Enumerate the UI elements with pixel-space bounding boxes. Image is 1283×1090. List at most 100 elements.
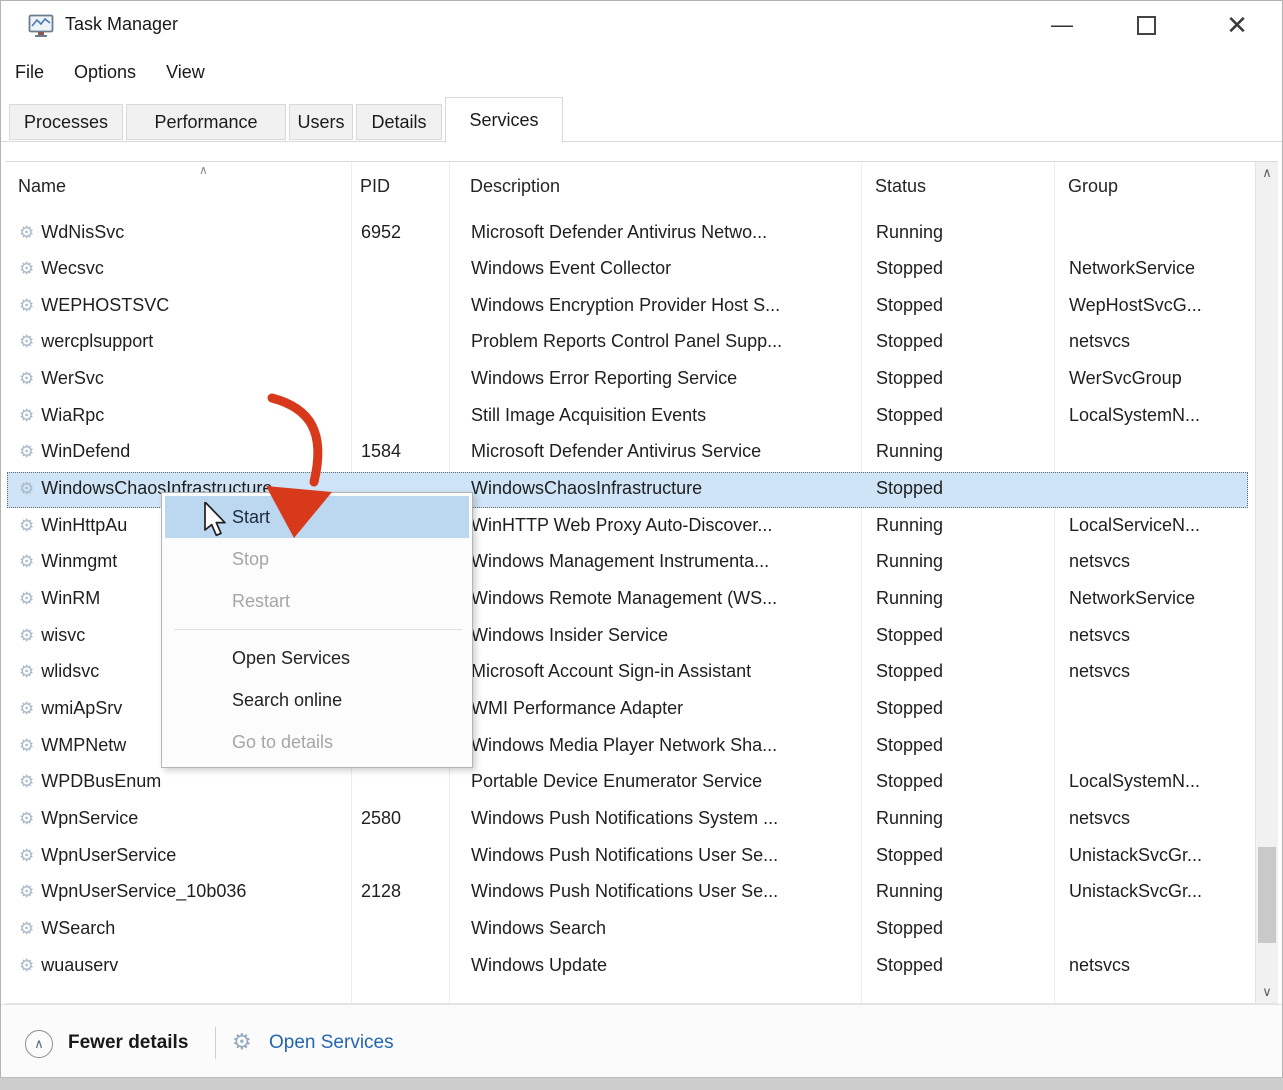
service-group: NetworkService <box>1069 258 1195 279</box>
footer-bar: ∧ Fewer details ⚙ Open Services <box>1 1004 1282 1079</box>
context-menu-item-open-services[interactable]: Open Services <box>165 637 469 679</box>
service-name: ⚙wlidsvc <box>19 661 99 682</box>
service-gear-icon: ⚙ <box>19 772 34 791</box>
service-gear-icon: ⚙ <box>19 369 34 388</box>
column-header-name[interactable]: Name <box>18 176 66 197</box>
scroll-up-icon[interactable]: ∧ <box>1256 162 1278 184</box>
tab-details[interactable]: Details <box>356 104 442 140</box>
service-group: LocalSystemN... <box>1069 771 1200 792</box>
window-bottom-edge <box>0 1077 1283 1090</box>
service-group: netsvcs <box>1069 661 1130 682</box>
fewer-details-button[interactable]: Fewer details <box>68 1032 188 1054</box>
service-name: ⚙WEPHOSTSVC <box>19 295 169 316</box>
context-menu-item-go-to-details: Go to details <box>165 721 469 763</box>
table-row[interactable]: ⚙wuauservWindows UpdateStoppednetsvcs <box>7 949 1248 985</box>
context-menu-item-start[interactable]: Start <box>165 496 469 538</box>
service-description: WMI Performance Adapter <box>471 698 683 719</box>
minimize-button[interactable]: — <box>1037 1 1087 49</box>
service-gear-icon: ⚙ <box>19 626 34 645</box>
service-gear-icon: ⚙ <box>19 699 34 718</box>
service-name: ⚙WSearch <box>19 918 115 939</box>
service-status: Running <box>876 441 943 462</box>
service-status: Stopped <box>876 698 943 719</box>
service-gear-icon: ⚙ <box>19 259 34 278</box>
service-group: UnistackSvcGr... <box>1069 881 1202 902</box>
service-gear-icon: ⚙ <box>19 479 34 498</box>
table-row[interactable]: ⚙WpnUserService_10b0362128Windows Push N… <box>7 875 1248 911</box>
services-gear-icon: ⚙ <box>232 1029 252 1055</box>
close-button[interactable]: ✕ <box>1212 1 1262 49</box>
context-menu: StartStopRestartOpen ServicesSearch onli… <box>161 492 473 768</box>
footer-divider <box>215 1027 216 1059</box>
fewer-details-chevron-icon[interactable]: ∧ <box>25 1030 53 1058</box>
table-row[interactable]: ⚙WpnService2580Windows Push Notification… <box>7 802 1248 838</box>
service-status: Stopped <box>876 955 943 976</box>
maximize-icon <box>1137 16 1156 35</box>
table-row[interactable]: ⚙WSearchWindows SearchStopped <box>7 912 1248 948</box>
tab-performance[interactable]: Performance <box>126 104 286 140</box>
tab-services[interactable]: Services <box>445 97 563 143</box>
service-gear-icon: ⚙ <box>19 736 34 755</box>
service-name: ⚙wmiApSrv <box>19 698 122 719</box>
table-row[interactable]: ⚙WiaRpcStill Image Acquisition EventsSto… <box>7 399 1248 435</box>
tab-strip-line <box>1 141 1282 142</box>
maximize-button[interactable] <box>1121 1 1171 49</box>
vertical-scrollbar[interactable]: ∧ ∨ <box>1255 162 1278 1003</box>
table-row[interactable]: ⚙WdNisSvc6952Microsoft Defender Antiviru… <box>7 216 1248 252</box>
service-status: Running <box>876 881 943 902</box>
table-row[interactable]: ⚙WinDefend1584Microsoft Defender Antivir… <box>7 435 1248 471</box>
service-pid: 6952 <box>361 222 401 243</box>
service-name: ⚙WpnService <box>19 808 138 829</box>
service-gear-icon: ⚙ <box>19 332 34 351</box>
service-description: Windows Management Instrumenta... <box>471 551 769 572</box>
menubar-item-file[interactable]: File <box>1 58 59 92</box>
menubar-item-options[interactable]: Options <box>59 58 151 92</box>
context-menu-item-search-online[interactable]: Search online <box>165 679 469 721</box>
task-manager-icon[interactable] <box>27 12 55 40</box>
table-row[interactable]: ⚙WpnUserService Windows Push Notification… <box>7 839 1248 875</box>
service-description: Windows Event Collector <box>471 258 671 279</box>
scrollbar-thumb[interactable] <box>1258 847 1276 943</box>
tab-users[interactable]: Users <box>289 104 353 140</box>
service-status: Stopped <box>876 735 943 756</box>
column-header-group[interactable]: Group <box>1068 176 1118 197</box>
service-status: Stopped <box>876 368 943 389</box>
service-status: Stopped <box>876 918 943 939</box>
service-status: Stopped <box>876 331 943 352</box>
table-row[interactable]: ⚙WerSvcWindows Error Reporting ServiceSt… <box>7 362 1248 398</box>
table-row[interactable]: ⚙Wecsvc Windows Event Collector Stopped Net… <box>7 252 1248 288</box>
open-services-link[interactable]: Open Services <box>269 1032 394 1054</box>
service-description: WinHTTP Web Proxy Auto-Discover... <box>471 515 772 536</box>
service-name: ⚙WpnUserService <box>19 845 176 866</box>
service-name: ⚙WdNisSvc <box>19 222 124 243</box>
service-gear-icon: ⚙ <box>19 809 34 828</box>
table-row[interactable]: ⚙WPDBusEnumPortable Device Enumerator Se… <box>7 765 1248 801</box>
column-header-status[interactable]: Status <box>875 176 926 197</box>
menu-bar: FileOptionsView <box>1 58 220 92</box>
service-status: Stopped <box>876 478 943 499</box>
service-gear-icon: ⚙ <box>19 589 34 608</box>
service-name: ⚙Wecsvc <box>19 258 104 279</box>
service-status: Stopped <box>876 258 943 279</box>
service-status: Stopped <box>876 405 943 426</box>
service-name: ⚙WMPNetw <box>19 735 126 756</box>
table-row[interactable]: ⚙WEPHOSTSVC Windows Encryption Provider H… <box>7 289 1248 325</box>
tab-processes[interactable]: Processes <box>9 104 123 140</box>
table-row[interactable]: ⚙wercplsupportProblem Reports Control Pa… <box>7 325 1248 361</box>
service-group: netsvcs <box>1069 551 1130 572</box>
scroll-down-icon[interactable]: ∨ <box>1256 981 1278 1003</box>
menubar-item-view[interactable]: View <box>151 58 220 92</box>
service-status: Stopped <box>876 845 943 866</box>
column-header-pid[interactable]: PID <box>360 176 390 197</box>
service-description: Microsoft Defender Antivirus Service <box>471 441 761 462</box>
service-gear-icon: ⚙ <box>19 846 34 865</box>
service-group: UnistackSvcGr... <box>1069 845 1202 866</box>
service-description: Windows Encryption Provider Host S... <box>471 295 780 316</box>
column-header-description[interactable]: Description <box>470 176 560 197</box>
service-status: Running <box>876 222 943 243</box>
service-description: Windows Push Notifications User Se... <box>471 845 778 866</box>
context-menu-item-stop: Stop <box>165 538 469 580</box>
service-pid: 2128 <box>361 881 401 902</box>
service-description: Portable Device Enumerator Service <box>471 771 762 792</box>
service-description: Windows Remote Management (WS... <box>471 588 777 609</box>
